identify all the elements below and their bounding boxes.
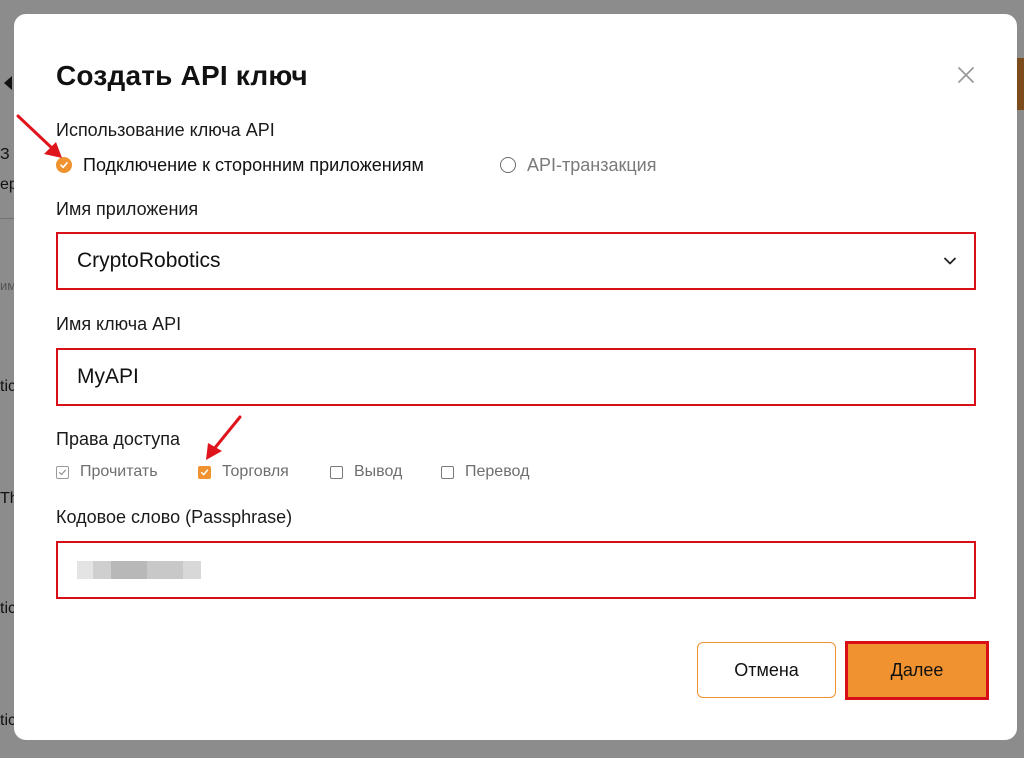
- annotation-arrow-icon: [16, 114, 62, 158]
- radio-api-transaction[interactable]: API-транзакция: [500, 153, 656, 177]
- checkbox-unchecked-icon: [330, 465, 343, 479]
- checkbox-label: Вывод: [354, 463, 403, 480]
- checkbox-read[interactable]: Прочитать: [56, 462, 158, 482]
- radio-third-party-apps[interactable]: Подключение к сторонним приложениям: [56, 153, 424, 177]
- key-usage-label: Использование ключа API: [56, 120, 275, 140]
- api-key-name-label: Имя ключа API: [56, 314, 182, 334]
- cancel-button[interactable]: Отмена: [697, 642, 836, 698]
- checkbox-label: Прочитать: [80, 463, 158, 480]
- checkbox-label: Торговля: [222, 463, 289, 480]
- app-name-select[interactable]: CryptoRobotics: [56, 232, 976, 290]
- checkbox-label: Перевод: [465, 463, 530, 480]
- passphrase-input[interactable]: [56, 541, 976, 599]
- radio-unchecked-icon: [500, 157, 516, 173]
- close-icon[interactable]: [954, 63, 978, 87]
- chevron-down-icon: [944, 257, 956, 265]
- app-name-value: CryptoRobotics: [77, 249, 221, 272]
- checkbox-unchecked-icon: [441, 465, 454, 479]
- checkbox-withdraw[interactable]: Вывод: [330, 462, 402, 482]
- checkbox-disabled-checked-icon: [56, 465, 69, 479]
- dialog-title: Создать API ключ: [56, 60, 308, 91]
- checkbox-checked-icon: [198, 465, 211, 479]
- permissions-label: Права доступа: [56, 429, 181, 449]
- masked-passphrase: [77, 560, 201, 580]
- api-key-name-value: MyAPI: [77, 365, 139, 388]
- create-api-key-dialog: Создать API ключ Использование ключа API…: [14, 14, 1017, 740]
- checkbox-trade[interactable]: Торговля: [198, 462, 289, 482]
- app-name-label: Имя приложения: [56, 199, 199, 219]
- checkbox-transfer[interactable]: Перевод: [441, 462, 529, 482]
- annotation-arrow-icon: [206, 415, 242, 460]
- passphrase-label: Кодовое слово (Passphrase): [56, 507, 293, 527]
- radio-label: Подключение к сторонним приложениям: [83, 154, 424, 175]
- next-button[interactable]: Далее: [848, 644, 986, 697]
- api-key-name-input[interactable]: MyAPI: [56, 348, 976, 406]
- radio-label: API-транзакция: [527, 154, 657, 175]
